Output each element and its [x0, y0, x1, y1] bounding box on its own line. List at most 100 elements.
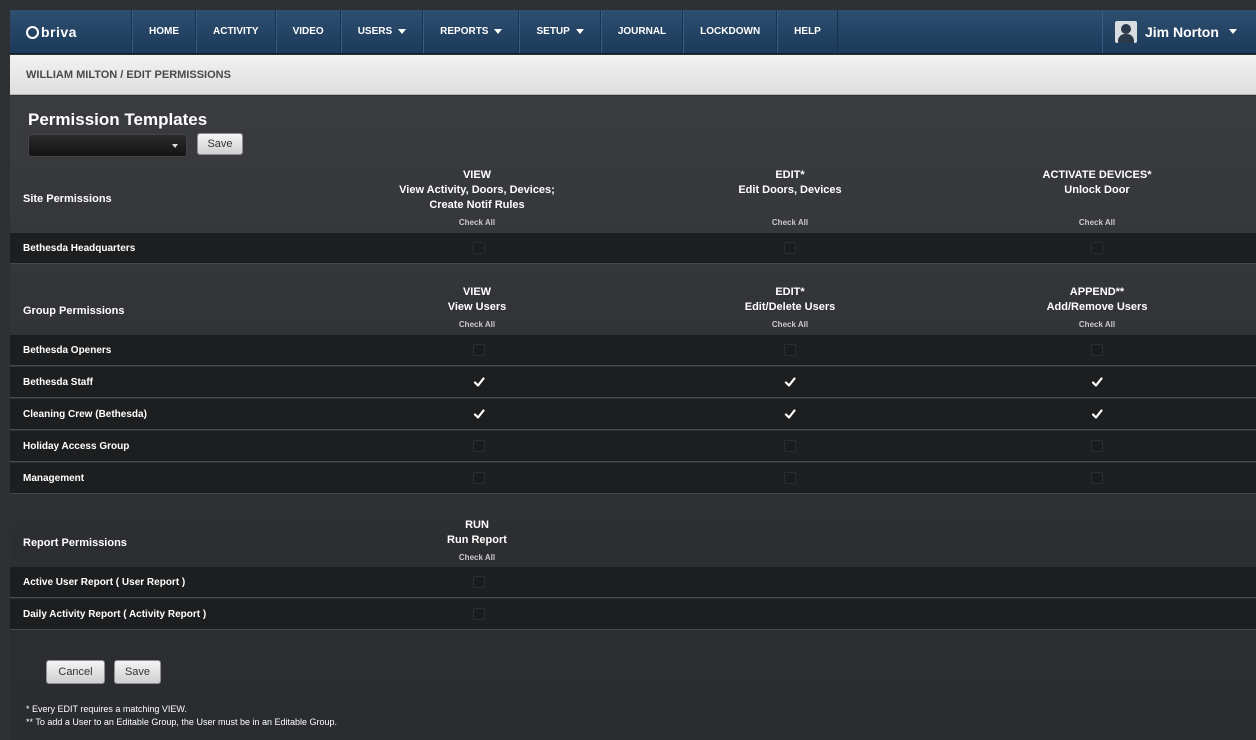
group-row-label: Bethesda Staff [23, 377, 94, 388]
group-view-check-all[interactable]: Check All [357, 317, 597, 332]
group-row-append-checkbox[interactable] [1091, 472, 1103, 484]
nav-help[interactable]: HELP [777, 10, 838, 53]
report-run-heading: RUN [465, 519, 489, 531]
checkmark-icon [784, 409, 796, 419]
brivo-logo[interactable]: briva [10, 10, 132, 53]
group-view-column-header: VIEW View Users Check All [357, 285, 597, 332]
report-run-desc: Run Report [447, 534, 507, 546]
group-row-view-checkbox[interactable] [473, 376, 485, 388]
save-button[interactable]: Save [114, 660, 161, 684]
nav-help-label: HELP [794, 26, 821, 37]
group-permission-row: Management [10, 463, 1256, 494]
group-row-label: Management [23, 473, 85, 484]
user-menu[interactable]: Jim Norton [1102, 10, 1256, 53]
group-append-column-header: APPEND** Add/Remove Users Check All [977, 285, 1217, 332]
group-row-append-checkbox[interactable] [1091, 408, 1103, 420]
group-row-view-checkbox[interactable] [473, 472, 485, 484]
main-content: Permission Templates Save Site Permissio… [10, 96, 1256, 740]
report-permission-row: Active User Report ( User Report ) [10, 567, 1256, 598]
logo-circle-icon [26, 26, 39, 39]
site-row-view-checkbox[interactable] [473, 242, 485, 254]
nav-setup-label: SETUP [536, 26, 570, 37]
cancel-label: Cancel [58, 666, 93, 678]
group-row-append-checkbox[interactable] [1091, 344, 1103, 356]
group-row-view-checkbox[interactable] [473, 408, 485, 420]
site-edit-desc: Edit Doors, Devices [738, 184, 842, 196]
site-view-desc-1: View Activity, Doors, Devices; [399, 184, 555, 196]
group-row-view-checkbox[interactable] [473, 440, 485, 452]
breadcrumb-text: WILLIAM MILTON / EDIT PERMISSIONS [26, 68, 231, 81]
group-row-label: Holiday Access Group [23, 441, 130, 452]
checkmark-icon [473, 377, 485, 387]
group-row-edit-checkbox[interactable] [784, 344, 796, 356]
site-edit-check-all[interactable]: Check All [670, 215, 910, 230]
nav-lockdown[interactable]: LOCKDOWN [683, 10, 778, 53]
group-view-heading: VIEW [462, 286, 492, 298]
nav-reports-label: REPORTS [440, 26, 489, 37]
report-row-label: Daily Activity Report ( Activity Report … [23, 609, 207, 620]
site-permissions-title: Site Permissions [23, 193, 112, 205]
checkmark-icon [473, 409, 485, 419]
group-row-label: Bethesda Openers [23, 345, 112, 356]
group-append-check-all[interactable]: Check All [977, 317, 1217, 332]
group-row-edit-checkbox[interactable] [784, 376, 796, 388]
logo-text: briva [41, 23, 77, 40]
report-row-label: Active User Report ( User Report ) [23, 577, 186, 588]
group-view-desc: View Users [447, 301, 507, 313]
nav-users[interactable]: USERS [340, 10, 424, 53]
site-edit-heading: EDIT* [775, 169, 805, 181]
chevron-down-icon [575, 29, 584, 34]
group-row-append-checkbox[interactable] [1091, 376, 1103, 388]
group-row-edit-checkbox[interactable] [784, 440, 796, 452]
site-edit-column-header: EDIT* Edit Doors, Devices Check All [670, 168, 910, 230]
group-edit-desc: Edit/Delete Users [744, 301, 836, 313]
group-row-edit-checkbox[interactable] [784, 472, 796, 484]
site-view-desc-2: Create Notif Rules [429, 199, 525, 211]
group-row-edit-checkbox[interactable] [784, 408, 796, 420]
template-save-label: Save [207, 138, 233, 150]
report-run-check-all[interactable]: Check All [357, 550, 597, 565]
site-view-heading: VIEW [462, 169, 492, 181]
nav-journal[interactable]: JOURNAL [600, 10, 684, 53]
footnote-append-requires-editable-group: ** To add a User to an Editable Group, t… [26, 717, 338, 727]
site-row-edit-checkbox[interactable] [784, 242, 796, 254]
site-activate-check-all[interactable]: Check All [977, 215, 1217, 230]
permission-template-select[interactable] [28, 134, 187, 157]
group-edit-check-all[interactable]: Check All [670, 317, 910, 332]
footnote-edit-requires-view: * Every EDIT requires a matching VIEW. [26, 704, 187, 714]
group-edit-heading: EDIT* [775, 286, 805, 298]
group-row-view-checkbox[interactable] [473, 344, 485, 356]
permission-templates-title: Permission Templates [28, 110, 208, 129]
nav-lockdown-label: LOCKDOWN [700, 26, 761, 37]
site-activate-desc: Unlock Door [1064, 184, 1130, 196]
user-name: Jim Norton [1145, 23, 1219, 40]
nav-activity-label: ACTIVITY [213, 26, 259, 37]
chevron-down-icon [494, 29, 503, 34]
group-permission-row: Bethesda Openers [10, 335, 1256, 366]
checkmark-icon [1091, 377, 1103, 387]
group-permission-row: Cleaning Crew (Bethesda) [10, 399, 1256, 430]
nav-setup[interactable]: SETUP [519, 10, 601, 53]
checkmark-icon [1091, 409, 1103, 419]
group-edit-column-header: EDIT* Edit/Delete Users Check All [670, 285, 910, 332]
nav-activity[interactable]: ACTIVITY [196, 10, 276, 53]
report-row-run-checkbox[interactable] [473, 608, 485, 620]
report-row-run-checkbox[interactable] [473, 576, 485, 588]
site-view-check-all[interactable]: Check All [357, 215, 597, 230]
report-permissions-header: Report Permissions RUN Run Report Check … [10, 496, 1256, 567]
nav-home[interactable]: HOME [132, 10, 196, 53]
group-permission-row: Bethesda Staff [10, 367, 1256, 398]
site-activate-column-header: ACTIVATE DEVICES* Unlock Door Check All [977, 168, 1217, 230]
group-append-heading: APPEND** [1069, 286, 1125, 298]
nav-journal-label: JOURNAL [617, 26, 667, 37]
group-permission-row: Holiday Access Group [10, 431, 1256, 462]
nav-video[interactable]: VIDEO [275, 10, 341, 53]
template-save-button[interactable]: Save [197, 133, 243, 155]
nav-reports[interactable]: REPORTS [423, 10, 520, 53]
site-row-label: Bethesda Headquarters [23, 243, 136, 254]
cancel-button[interactable]: Cancel [46, 660, 105, 684]
breadcrumb: WILLIAM MILTON / EDIT PERMISSIONS [10, 55, 1256, 95]
site-row-activate-checkbox[interactable] [1091, 242, 1103, 254]
group-row-append-checkbox[interactable] [1091, 440, 1103, 452]
